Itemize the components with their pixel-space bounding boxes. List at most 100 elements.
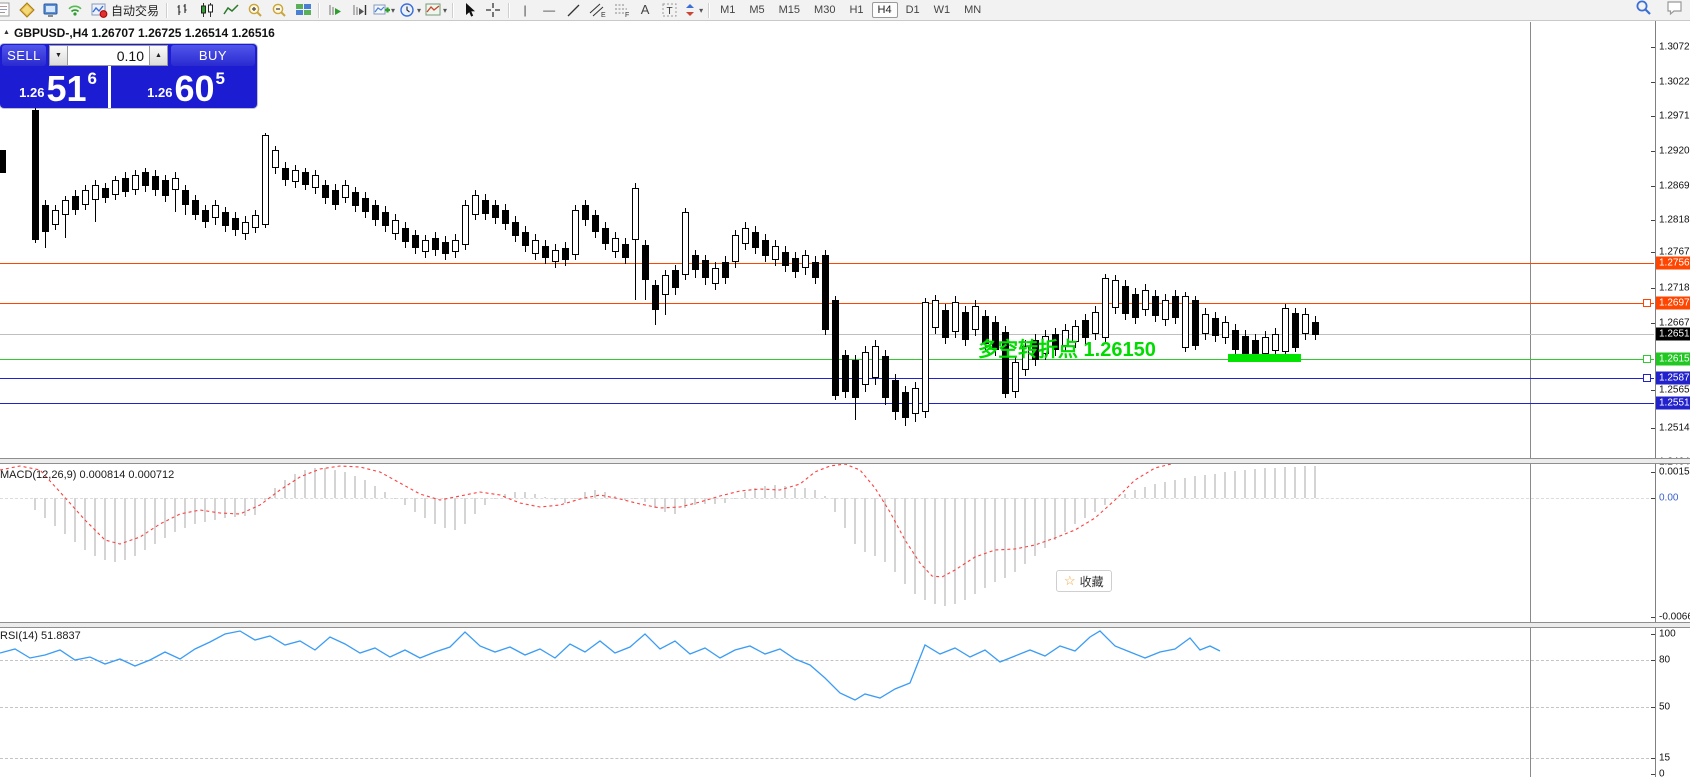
indicator-lines-overlay [0,21,1690,777]
price-label-1.2756: 1.2756 [1656,257,1690,270]
svg-text:T: T [666,6,672,17]
ohlc-info: GBPUSD-,H4 1.26707 1.26725 1.26514 1.265… [14,26,275,40]
timeframe-group: M1M5M15M30H1H4D1W1MN [713,2,988,18]
panel-collapse-arrow-icon[interactable]: ▲ [3,29,10,36]
sell-price[interactable]: 1.26 51 6 [0,67,97,109]
favorite-badge[interactable]: ☆ 收藏 [1056,570,1112,592]
favorite-label: 收藏 [1080,573,1104,590]
clipped-candle [0,150,6,173]
axis-tick: 100 [1659,629,1676,640]
text-label-icon[interactable]: T [657,1,681,19]
axis-tick: 1.2565 [1659,385,1690,396]
mt4-window: 自动交易 ▾ [0,0,1690,777]
timeframe-h1[interactable]: H1 [843,2,869,18]
buy-button[interactable]: BUY [171,45,255,66]
svg-text:F: F [625,12,629,18]
cursor-icon[interactable] [457,1,481,19]
timeframe-w1[interactable]: W1 [928,2,957,18]
crosshair-icon[interactable] [481,1,505,19]
zoom-in-icon[interactable] [243,1,267,19]
axis-tick: 1.2514 [1659,423,1690,434]
price-divider [108,66,111,108]
macd-label: MACD(12,26,9) 0.000814 0.000712 [0,469,174,481]
axis-tick: 1.2718 [1659,283,1690,294]
price-label-1.2651: 1.2651 [1656,328,1690,341]
price-label-1.2551: 1.2551 [1656,397,1690,410]
horizontal-line-icon[interactable]: — [537,1,561,19]
timeframe-m15[interactable]: M15 [773,2,806,18]
one-click-trading-panel: SELL ▼ 0.10 ▲ BUY 1.26 51 6 1.26 60 5 [0,44,257,108]
volume-stepper: ▼ 0.10 ▲ [49,45,168,66]
zoom-out-icon[interactable] [267,1,291,19]
pane-separator-rsi[interactable] [0,622,1690,628]
signals-icon[interactable] [63,1,87,19]
channel-icon[interactable]: E [585,1,609,19]
toolbar-separator [166,3,168,18]
timeframe-m30[interactable]: M30 [808,2,841,18]
axis-tick: 1.2869 [1659,181,1690,192]
autotrading-button[interactable]: 自动交易 [87,1,163,19]
price-label-1.2587: 1.2587 [1656,372,1690,385]
timeframe-m5[interactable]: M5 [743,2,770,18]
axis-tick: -0.0066 [1659,612,1690,623]
toolbar-separator [318,3,320,18]
new-order-clipped-icon[interactable] [0,1,15,19]
order-ticket-icon[interactable] [15,1,39,19]
chat-icon[interactable] [1666,0,1684,21]
periods-icon[interactable]: ▾ [397,1,423,19]
bar-chart-icon[interactable] [171,1,195,19]
arrows-icon[interactable]: ▾ [681,1,705,19]
sell-button[interactable]: SELL [2,45,46,66]
axis-tick: 1.2818 [1659,215,1690,226]
timeframe-mn[interactable]: MN [958,2,987,18]
axis-tick: 0.00154 [1659,467,1690,478]
autotrading-icon [91,2,108,18]
toolbar: 自动交易 ▾ [0,0,1690,21]
text-icon[interactable]: A [633,1,657,19]
chevron-down-icon: ▾ [391,6,395,15]
axis-tick: 50 [1659,702,1670,713]
auto-scroll-icon[interactable] [323,1,347,19]
vertical-line-object[interactable] [1530,22,1531,777]
line-chart-icon[interactable] [219,1,243,19]
axis-tick: 0.00 [1659,493,1678,504]
axis-tick: 1.2920 [1659,146,1690,157]
chevron-down-icon: ▾ [417,6,421,15]
axis-tick: 1.3022 [1659,77,1690,88]
chevron-down-icon: ▾ [443,6,447,15]
candlestick-icon[interactable] [195,1,219,19]
buy-price-prefix: 1.26 [147,85,172,100]
sell-price-prefix: 1.26 [19,85,44,100]
sell-price-big: 51 [46,71,86,107]
toolbar-separator [452,3,454,18]
buy-price-sup: 5 [216,69,225,89]
volume-increase-button[interactable]: ▲ [149,45,168,66]
axis-tick: 15 [1659,753,1670,764]
price-label-1.2697: 1.2697 [1656,297,1690,310]
metaeditor-icon[interactable] [39,1,63,19]
fibonacci-icon[interactable]: F [609,1,633,19]
volume-decrease-button[interactable]: ▼ [49,45,68,66]
timeframe-h4[interactable]: H4 [872,2,898,18]
buy-price-big: 60 [174,71,214,107]
volume-value[interactable]: 0.10 [68,45,149,66]
trendline-icon[interactable] [561,1,585,19]
green-highlight-bar [1228,354,1301,362]
sell-price-sup: 6 [88,69,97,89]
axis-tick: 80 [1659,655,1670,666]
timeframe-m1[interactable]: M1 [714,2,741,18]
tile-windows-icon[interactable] [291,1,315,19]
price-annotation: 多空转折点 1.26150 [978,333,1156,362]
search-icon[interactable] [1635,0,1652,21]
indicators-icon[interactable]: ▾ [371,1,397,19]
buy-price[interactable]: 1.26 60 5 [112,67,225,109]
axis-tick: 1.3072 [1659,42,1690,53]
timeframe-d1[interactable]: D1 [900,2,926,18]
pane-separator-macd[interactable] [0,458,1690,464]
vertical-line-icon[interactable]: | [513,1,537,19]
chart-shift-icon[interactable] [347,1,371,19]
axis-tick: 0 [1659,769,1665,777]
templates-icon[interactable]: ▾ [423,1,449,19]
svg-text:E: E [601,12,606,18]
autotrading-label: 自动交易 [111,2,159,19]
